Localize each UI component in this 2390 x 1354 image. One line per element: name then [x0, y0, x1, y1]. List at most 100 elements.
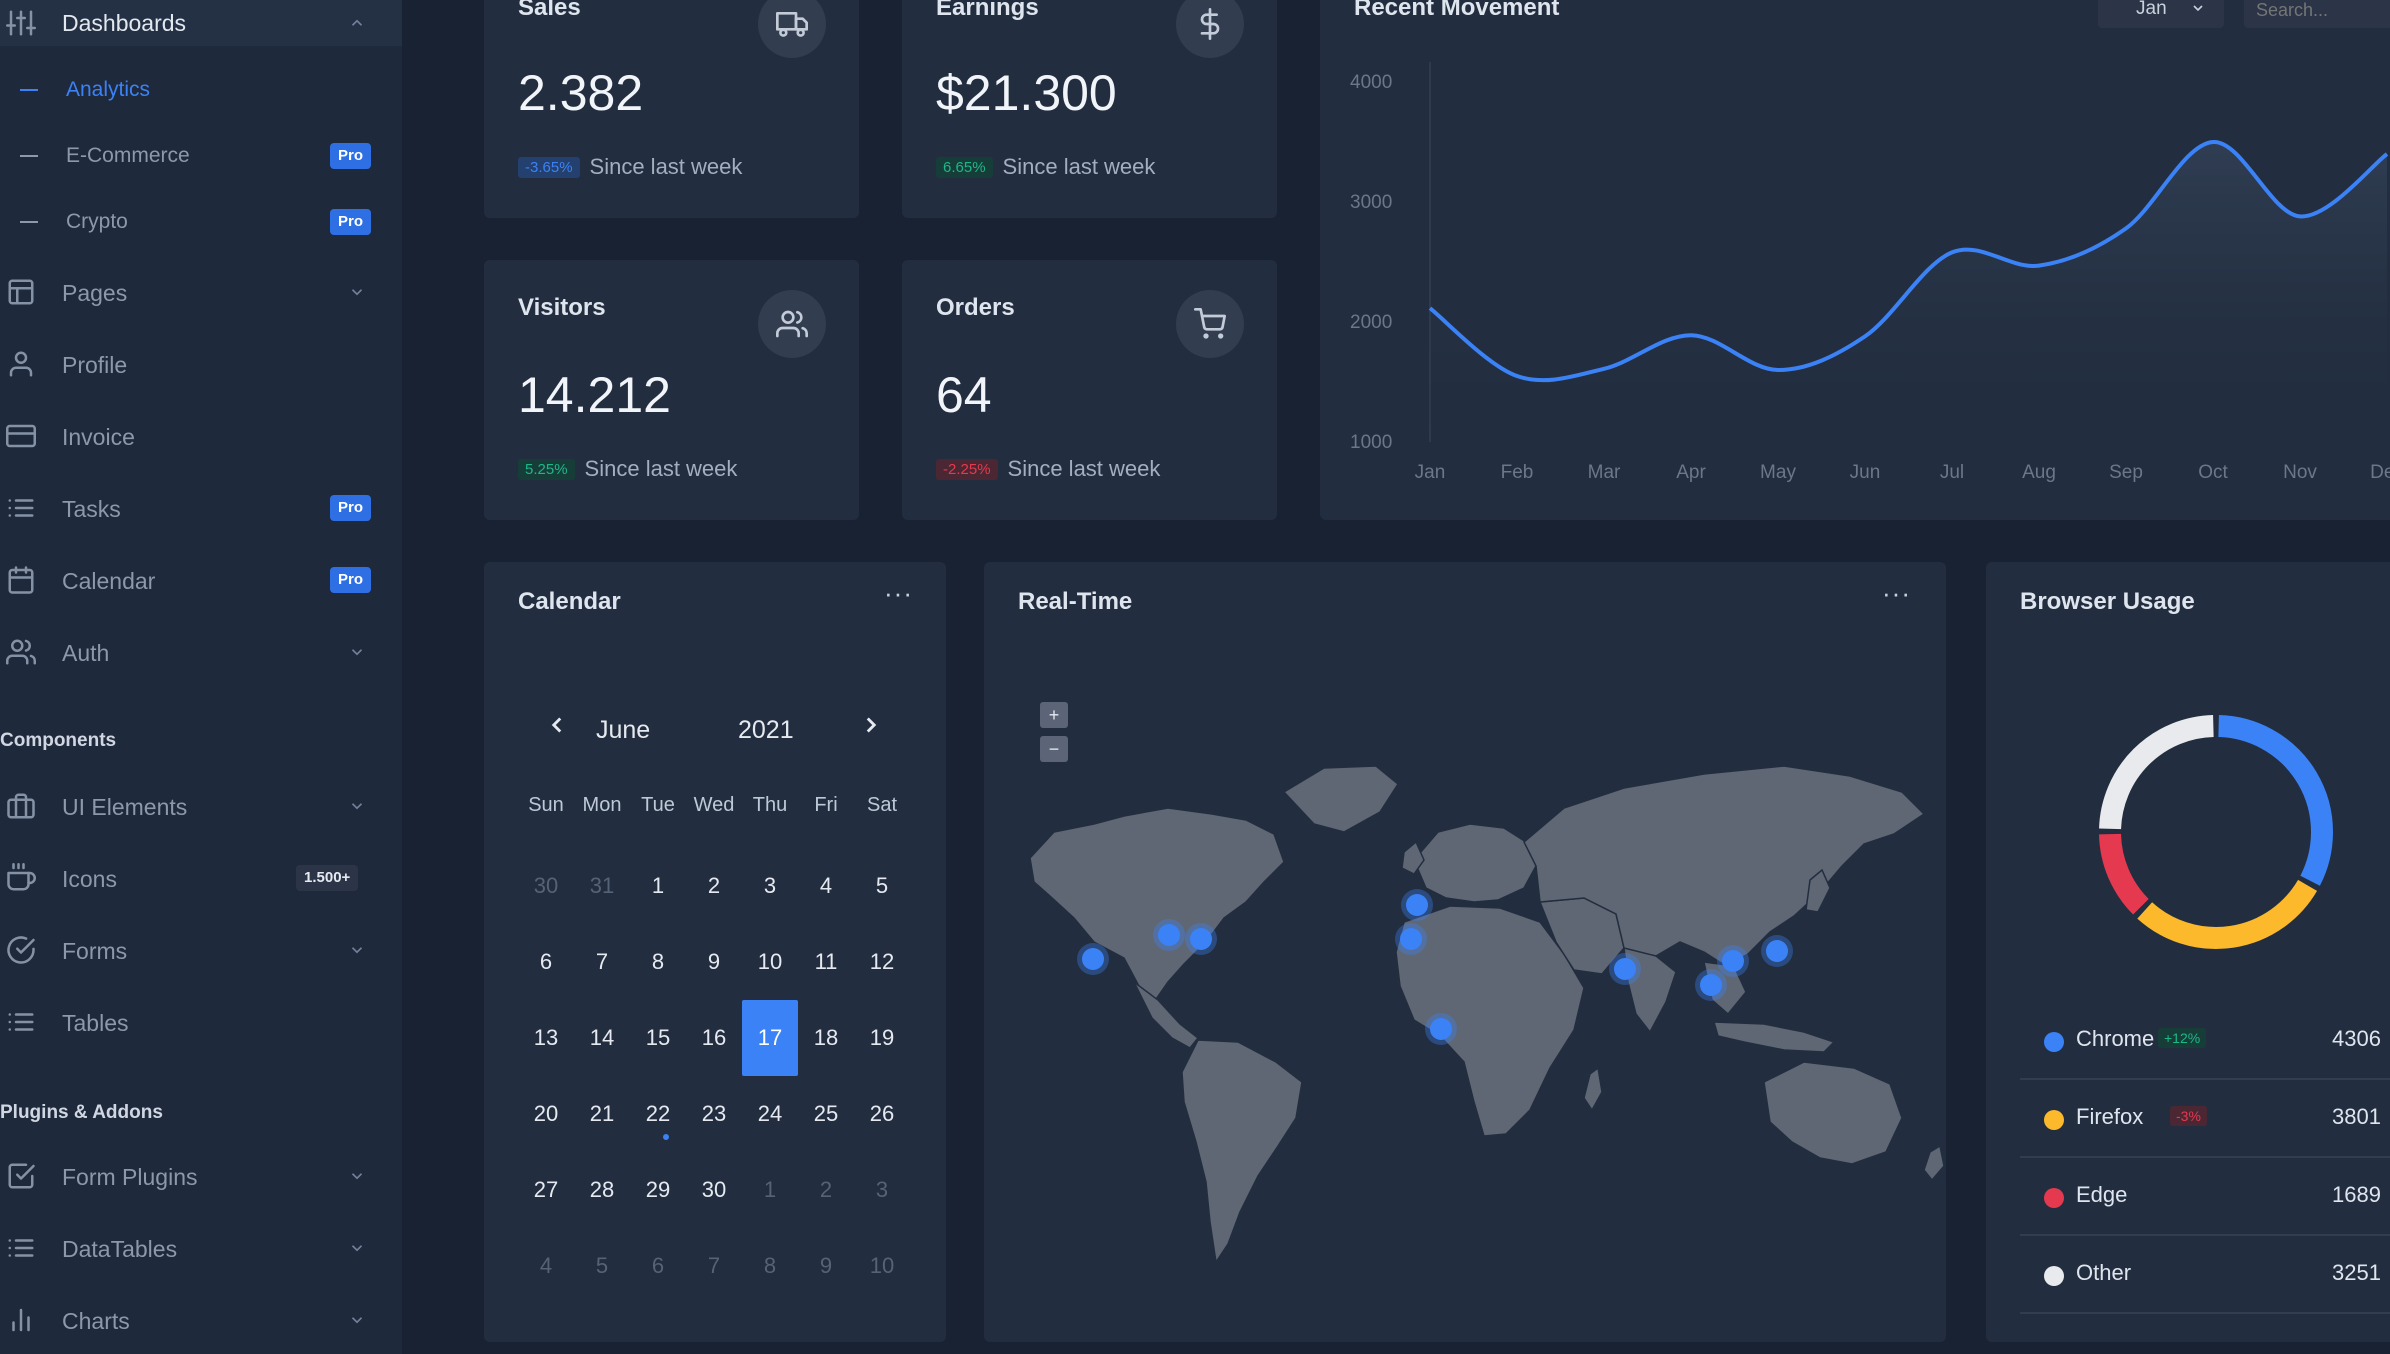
calendar-day[interactable]: 4: [518, 1238, 574, 1294]
map-marker[interactable]: [1406, 894, 1428, 916]
map-central-america: [1133, 981, 1200, 1049]
map-marker[interactable]: [1082, 948, 1104, 970]
calendar-day[interactable]: 22: [630, 1086, 686, 1142]
sidebar-item-datatables[interactable]: DataTables: [0, 1228, 402, 1268]
donut-slice-other: [2099, 715, 2214, 830]
calendar-day[interactable]: 5: [574, 1238, 630, 1294]
sidebar-item-form-plugins[interactable]: Form Plugins: [0, 1156, 402, 1196]
calendar-day[interactable]: 19: [854, 1010, 910, 1066]
map-marker[interactable]: [1700, 974, 1722, 996]
sidebar-subitem-label: Crypto: [66, 210, 128, 233]
calendar-day[interactable]: 21: [574, 1086, 630, 1142]
calendar-day[interactable]: 15: [630, 1010, 686, 1066]
calendar-day[interactable]: 12: [854, 934, 910, 990]
calendar-day[interactable]: 24: [742, 1086, 798, 1142]
calendar-day[interactable]: 14: [574, 1010, 630, 1066]
chevron-right-icon[interactable]: [858, 712, 886, 746]
calendar-day[interactable]: 20: [518, 1086, 574, 1142]
sidebar-item-dashboards[interactable]: Dashboards: [0, 0, 402, 46]
sidebar-section-plugins: Plugins & Addons: [0, 1102, 163, 1123]
card-title: Sales: [518, 0, 581, 21]
list-icon: [4, 491, 38, 525]
calendar-day[interactable]: 31: [574, 858, 630, 914]
calendar-day[interactable]: 6: [630, 1238, 686, 1294]
browser-value: 3251: [2332, 1260, 2381, 1285]
calendar-day[interactable]: 7: [686, 1238, 742, 1294]
calendar-day[interactable]: 1: [742, 1162, 798, 1218]
sidebar-subitem-crypto[interactable]: Crypto Pro: [0, 202, 402, 242]
sidebar-item-label: UI Elements: [62, 794, 188, 820]
calendar-day[interactable]: 17: [742, 1000, 798, 1076]
sidebar-item-auth[interactable]: Auth: [0, 632, 402, 672]
sidebar-item-profile[interactable]: Profile: [0, 344, 402, 384]
calendar-day[interactable]: 18: [798, 1010, 854, 1066]
earnings-value: $21.300: [936, 65, 1117, 121]
calendar-day[interactable]: 9: [686, 934, 742, 990]
calendar-day[interactable]: 25: [798, 1086, 854, 1142]
calendar-day[interactable]: 16: [686, 1010, 742, 1066]
calendar-day[interactable]: 6: [518, 934, 574, 990]
calendar-day[interactable]: 13: [518, 1010, 574, 1066]
map-marker[interactable]: [1614, 958, 1636, 980]
calendar-day[interactable]: 11: [798, 934, 854, 990]
legend-dot: [2044, 1266, 2064, 1286]
sidebar-item-ui-elements[interactable]: UI Elements: [0, 786, 402, 826]
sidebar-item-label: Pages: [62, 280, 128, 306]
calendar-day[interactable]: 8: [630, 934, 686, 990]
weekday-label: Sat: [866, 794, 898, 816]
sidebar-item-pages[interactable]: Pages: [0, 272, 402, 312]
sidebar-item-tables[interactable]: Tables: [0, 1002, 402, 1042]
sidebar-item-label: Icons: [62, 866, 117, 892]
sidebar-item-label: Charts: [62, 1308, 130, 1334]
card-title: Browser Usage: [2020, 588, 2195, 615]
sidebar-item-label: Dashboards: [62, 10, 187, 36]
sidebar-section-components: Components: [0, 730, 117, 751]
calendar-day[interactable]: 30: [686, 1162, 742, 1218]
calendar-day[interactable]: 3: [742, 858, 798, 914]
calendar-year[interactable]: 2021: [738, 716, 794, 745]
calendar-month[interactable]: June: [596, 716, 650, 745]
calendar-day[interactable]: 3: [854, 1162, 910, 1218]
map-marker[interactable]: [1158, 924, 1180, 946]
browser-usage-card: Browser Usage Chrome +12% 4306 Firefox -…: [1986, 562, 2390, 1342]
calendar-day[interactable]: 2: [798, 1162, 854, 1218]
calendar-day[interactable]: 9: [798, 1238, 854, 1294]
calendar-day[interactable]: 1: [630, 858, 686, 914]
y-tick-label: 3000: [1350, 192, 1392, 213]
card-title: Earnings: [936, 0, 1039, 21]
earnings-card: Earnings $21.300 6.65% Since last week: [902, 0, 1277, 218]
sidebar-item-invoice[interactable]: Invoice: [0, 416, 402, 456]
calendar-day[interactable]: 10: [854, 1238, 910, 1294]
sidebar-subitem-e-commerce[interactable]: E-Commerce Pro: [0, 136, 402, 176]
calendar-day[interactable]: 7: [574, 934, 630, 990]
x-tick-label: Aug: [2022, 462, 2056, 483]
sidebar-subitem-analytics[interactable]: Analytics: [0, 70, 402, 110]
map-marker[interactable]: [1722, 950, 1744, 972]
map-marker[interactable]: [1766, 940, 1788, 962]
sidebar-item-icons[interactable]: Icons 1.500+: [0, 858, 402, 898]
chevron-down-icon: [348, 1311, 366, 1329]
map-marker[interactable]: [1190, 928, 1212, 950]
calendar-day[interactable]: 8: [742, 1238, 798, 1294]
donut-slice-edge: [2099, 833, 2149, 915]
calendar-day[interactable]: 4: [798, 858, 854, 914]
calendar-day[interactable]: 5: [854, 858, 910, 914]
sidebar-item-charts[interactable]: Charts: [0, 1300, 402, 1340]
calendar-day[interactable]: 28: [574, 1162, 630, 1218]
map-marker[interactable]: [1400, 928, 1422, 950]
sidebar-item-forms[interactable]: Forms: [0, 930, 402, 970]
sidebar-item-tasks[interactable]: Tasks Pro: [0, 488, 402, 528]
chevron-left-icon[interactable]: [544, 712, 572, 746]
list-icon: [4, 1005, 38, 1039]
calendar-day[interactable]: 27: [518, 1162, 574, 1218]
calendar-day[interactable]: 30: [518, 858, 574, 914]
sidebar: Dashboards Analytics E-Commerce Pro Cryp…: [0, 0, 402, 1354]
calendar-day[interactable]: 26: [854, 1086, 910, 1142]
sidebar-item-calendar[interactable]: Calendar Pro: [0, 560, 402, 600]
calendar-day[interactable]: 29: [630, 1162, 686, 1218]
calendar-day[interactable]: 23: [686, 1086, 742, 1142]
calendar-day[interactable]: 2: [686, 858, 742, 914]
calendar-day[interactable]: 10: [742, 934, 798, 990]
more-icon[interactable]: ···: [884, 578, 913, 609]
map-marker[interactable]: [1430, 1018, 1452, 1040]
